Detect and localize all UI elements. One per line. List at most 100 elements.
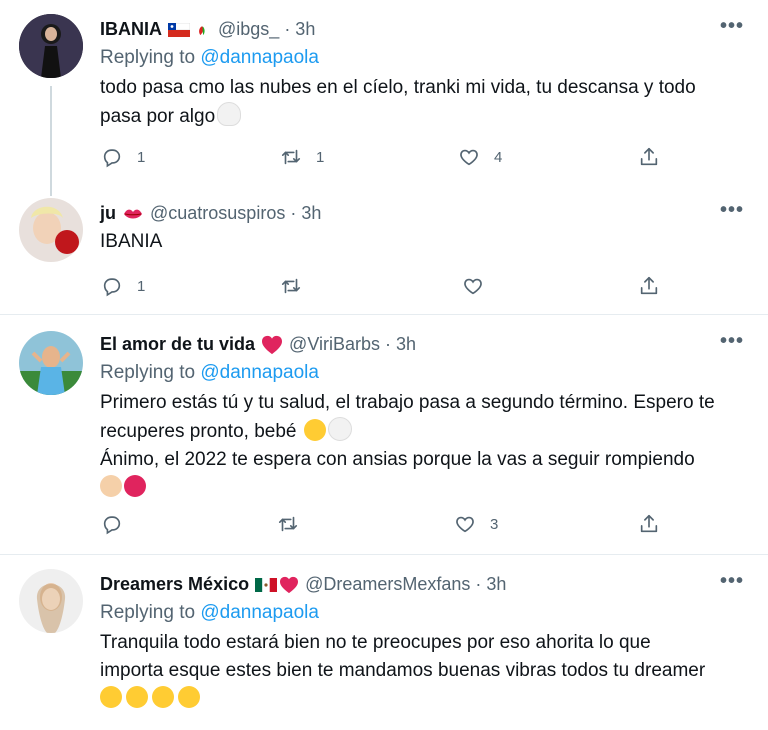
reply-count: 1 (137, 277, 146, 295)
tweet-header: IBANIA @ibgs_ · 3h (100, 19, 315, 40)
user-handle[interactable]: @DreamersMexfans (305, 574, 470, 595)
share-icon (638, 146, 660, 168)
replying-to: Replying to @dannapaola (100, 362, 319, 384)
tweet-text-line: pasa por algo (100, 102, 740, 131)
tweet-actions: 3 (0, 513, 768, 537)
reply-button[interactable] (101, 513, 123, 535)
tweet-text-line: IBANIA (100, 231, 163, 252)
retweet-icon (280, 275, 302, 297)
like-icon (454, 513, 476, 535)
user-handle[interactable]: @ibgs_ (218, 19, 279, 40)
like-button[interactable]: 3 (454, 513, 498, 535)
timestamp[interactable]: · 3h (290, 203, 321, 224)
tweet-text-segment: pasa por algo (100, 106, 216, 127)
like-count: 3 (490, 515, 499, 533)
tweet-header: El amor de tu vida @ViriBarbs · 3h (100, 334, 416, 355)
mexico-flag-icon (255, 577, 278, 592)
user-handle[interactable]: @cuatrosuspiros (150, 203, 285, 224)
tweet-actions: 1 (0, 275, 768, 299)
tweet-text: IBANIA (100, 228, 740, 256)
timestamp[interactable]: · 3h (284, 19, 315, 40)
pepper-emoji-icon (199, 25, 205, 35)
red-heart-emoji-icon (280, 576, 299, 593)
flexed-biceps-emoji-icon (100, 475, 122, 497)
retweet-icon (280, 146, 302, 168)
reply-count: 1 (137, 148, 146, 166)
tweet-text-line: importa esque estes bien te mandamos bue… (100, 660, 706, 681)
display-name[interactable]: Dreamers México (100, 574, 249, 595)
tweet-text: Primero estás tú y tu salud, el trabajo … (100, 389, 740, 502)
tweet-text-line: recuperes pronto, bebé (100, 417, 740, 446)
share-button[interactable] (638, 513, 660, 535)
reply-handle-link[interactable]: @dannapaola (200, 47, 319, 68)
tweet[interactable]: El amor de tu vida @ViriBarbs · 3h ••• R… (0, 315, 768, 553)
retweet-icon (277, 513, 299, 535)
more-icon[interactable]: ••• (720, 199, 744, 222)
tweet-text-line: Ánimo, el 2022 te espera con ansias porq… (100, 449, 695, 470)
avatar[interactable] (19, 198, 83, 262)
share-button[interactable] (638, 275, 660, 297)
like-icon (458, 146, 480, 168)
retweet-button[interactable] (277, 513, 299, 535)
retweet-button[interactable] (280, 275, 302, 297)
replying-label: Replying to (100, 602, 196, 623)
chile-flag-icon (168, 22, 190, 37)
avatar[interactable] (19, 14, 83, 78)
like-icon (462, 275, 484, 297)
more-icon[interactable]: ••• (720, 15, 744, 38)
reply-handle-link[interactable]: @dannapaola (200, 602, 319, 623)
reply-button[interactable]: 1 (101, 146, 145, 168)
tweet-emoji-line (100, 474, 740, 502)
replying-label: Replying to (100, 362, 196, 383)
tweet-header: ju @cuatrosuspiros · 3h (100, 203, 321, 224)
tweet-text-segment: recuperes pronto, bebé (100, 421, 297, 442)
share-button[interactable] (638, 146, 660, 168)
retweet-button[interactable]: 1 (280, 146, 324, 168)
reply-button[interactable]: 1 (101, 275, 145, 297)
avatar[interactable] (19, 331, 83, 395)
heart-on-fire-emoji-icon (124, 475, 146, 497)
reply-icon (101, 513, 123, 535)
tweet[interactable]: Dreamers México @DreamersMexfans · 3h ••… (0, 555, 768, 730)
tweet-emoji-line (100, 685, 740, 713)
red-heart-emoji-icon (262, 335, 283, 354)
tweet-text-line: todo pasa cmo las nubes en el cíelo, tra… (100, 77, 696, 98)
reply-icon (101, 275, 123, 297)
avatar[interactable] (19, 569, 83, 633)
more-icon[interactable]: ••• (720, 330, 744, 353)
hugging-face-emoji-icon (303, 419, 326, 441)
smiling-face-with-hearts-emoji-icon (178, 686, 200, 708)
share-icon (638, 275, 660, 297)
tweet-actions: 1 1 4 (0, 146, 768, 170)
replying-label: Replying to (100, 47, 196, 68)
more-icon[interactable]: ••• (720, 570, 744, 593)
smiling-face-with-hearts-emoji-icon (152, 686, 174, 708)
like-button[interactable] (462, 275, 484, 297)
replying-to: Replying to @dannapaola (100, 47, 319, 69)
like-button[interactable]: 4 (458, 146, 502, 168)
kiss-mark-emoji-icon (124, 209, 142, 218)
display-name[interactable]: El amor de tu vida (100, 334, 255, 355)
smiling-face-with-hearts-emoji-icon (100, 686, 122, 708)
reply-icon (101, 146, 123, 168)
tweet-text-line: Primero estás tú y tu salud, el trabajo … (100, 392, 715, 413)
tweet[interactable]: ju @cuatrosuspiros · 3h ••• IBANIA 1 (0, 190, 768, 312)
tweet-header: Dreamers México @DreamersMexfans · 3h (100, 574, 506, 595)
timestamp[interactable]: · 3h (475, 574, 506, 595)
like-count: 4 (494, 148, 503, 166)
share-icon (638, 513, 660, 535)
tweet-text: todo pasa cmo las nubes en el cíelo, tra… (100, 74, 740, 131)
tweet-text: Tranquila todo estará bien no te preocup… (100, 629, 740, 713)
user-handle[interactable]: @ViriBarbs (289, 334, 380, 355)
white-heart-emoji-icon (327, 417, 352, 441)
replying-to: Replying to @dannapaola (100, 602, 319, 624)
timestamp[interactable]: · 3h (385, 334, 416, 355)
tweet-text-line: Tranquila todo estará bien no te preocup… (100, 632, 651, 653)
display-name[interactable]: ju (100, 203, 116, 224)
smiling-face-with-hearts-emoji-icon (126, 686, 148, 708)
white-heart-emoji-icon (217, 102, 242, 126)
reply-handle-link[interactable]: @dannapaola (200, 362, 319, 383)
tweet[interactable]: IBANIA @ibgs_ · 3h ••• Replying to @dann… (0, 0, 768, 190)
retweet-count: 1 (316, 148, 325, 166)
display-name[interactable]: IBANIA (100, 19, 162, 40)
